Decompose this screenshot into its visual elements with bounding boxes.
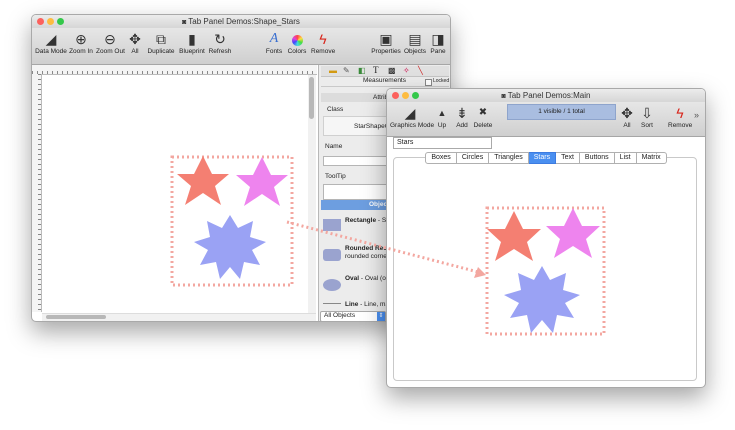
line-shape-icon (323, 303, 341, 304)
all-icon: ✥ (129, 31, 141, 47)
blueprint-icon: ▮ (188, 31, 196, 47)
properties-icon: ▣ (379, 31, 393, 47)
shapes-icon[interactable]: ◧ (358, 66, 366, 75)
properties-button[interactable]: ▣ Properties (371, 30, 401, 55)
horizontal-ruler (32, 65, 317, 75)
drawing-canvas[interactable] (42, 75, 318, 315)
all-button[interactable]: ✥ All (128, 30, 142, 55)
locked-checkbox[interactable] (425, 79, 432, 86)
rectangle-icon (323, 219, 341, 231)
blue-star[interactable] (194, 215, 266, 279)
objects-button[interactable]: ▤ Objects (403, 30, 427, 55)
refresh-button[interactable]: ↻ Refresh (208, 30, 232, 55)
red-star[interactable] (487, 211, 541, 261)
colors-icon (286, 30, 308, 48)
data-mode-icon: ◢ (45, 31, 57, 47)
refresh-icon: ↻ (214, 31, 226, 47)
minimize-button[interactable] (47, 18, 54, 25)
remove-button[interactable]: ϟ Remove (311, 30, 335, 55)
canvas-shapes (170, 155, 294, 287)
line-icon[interactable]: ╲ (418, 66, 423, 75)
stars-panel-shapes (485, 206, 606, 336)
front-window: ◙ Tab Panel Demos:Main ◢ Graphics Mode ▲ U… (386, 88, 706, 388)
measurements-row[interactable]: Measurements Locked (321, 77, 449, 87)
colors-button[interactable]: Colors (286, 30, 308, 55)
red-star[interactable] (177, 156, 229, 205)
duplicate-button[interactable]: ⧉ Duplicate (146, 30, 176, 55)
fonts-button[interactable]: A Fonts (265, 30, 283, 55)
vertical-ruler (32, 74, 42, 312)
back-toolbar: ◢ Data Mode ⊕ Zoom In ⊖ Zoom Out ✥ All ⧉ Dupl… (32, 28, 450, 65)
remove-icon: ϟ (319, 31, 327, 47)
zoom-out-icon: ⊖ (104, 31, 116, 47)
pink-star[interactable] (546, 208, 600, 258)
window-title: Tab Panel Demos:Shape_Stars (188, 17, 300, 26)
duplicate-icon: ⧉ (156, 31, 166, 47)
pane-icon: ◨ (431, 31, 445, 47)
vertical-scroll-thumb[interactable] (309, 77, 314, 119)
pane-button[interactable]: ◨ Pane (429, 30, 447, 55)
pink-star[interactable] (236, 157, 288, 206)
zoom-in-button[interactable]: ⊕ Zoom In (69, 30, 93, 55)
object-filter-select[interactable]: All Objects ⇕ (320, 311, 386, 321)
pencil-icon[interactable]: ✎ (343, 66, 350, 75)
horizontal-scroll-thumb[interactable] (46, 315, 106, 319)
image-icon[interactable]: ▩ (388, 66, 396, 75)
blue-star[interactable] (504, 266, 580, 333)
back-window-titlebar[interactable]: ◙ Tab Panel Demos:Shape_Stars (32, 15, 450, 28)
close-button[interactable] (37, 18, 44, 25)
data-mode-button[interactable]: ◢ Data Mode (35, 30, 67, 55)
text-icon[interactable]: T (373, 65, 379, 75)
zoom-in-icon: ⊕ (75, 31, 87, 47)
rounded-rect-icon (323, 249, 341, 261)
blueprint-button[interactable]: ▮ Blueprint (178, 30, 206, 55)
zoom-out-button[interactable]: ⊖ Zoom Out (96, 30, 125, 55)
zoom-button[interactable] (57, 18, 64, 25)
oval-icon (323, 279, 341, 291)
link-icon[interactable]: ✧ (403, 66, 410, 75)
chevron-updown-icon: ⇕ (377, 312, 385, 321)
fonts-icon: A (269, 31, 279, 46)
inspector-tab-icon[interactable]: ▬ (329, 66, 337, 75)
inspector-tab-strip: ▬ ✎ ◧ T ▩ ✧ ╲ (321, 65, 449, 77)
objects-icon: ▤ (408, 31, 422, 47)
